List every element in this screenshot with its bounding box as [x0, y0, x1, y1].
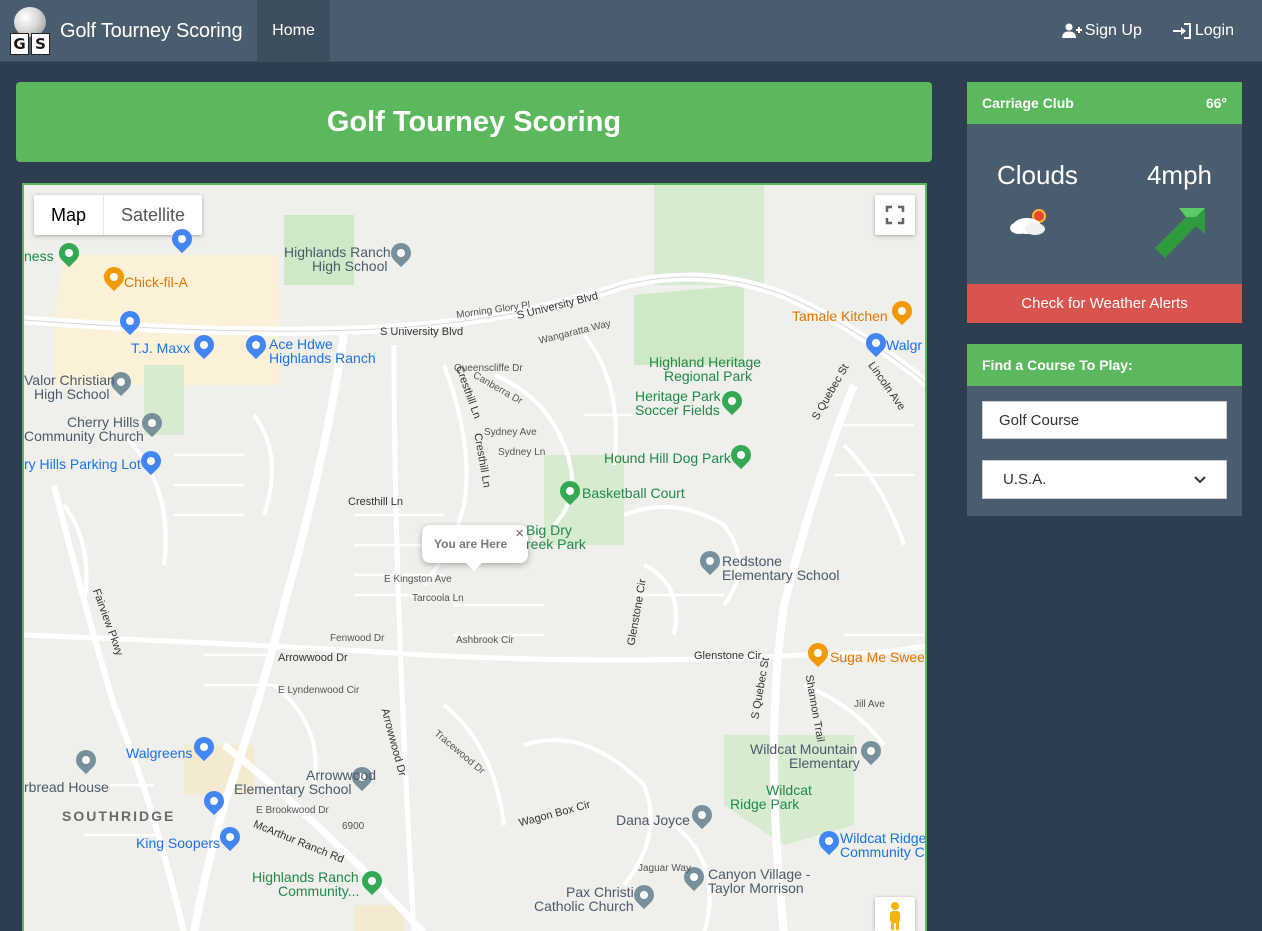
map-label: Walgr — [886, 337, 923, 353]
map-label: Soccer Fields — [635, 402, 720, 418]
pegman-icon — [890, 902, 900, 930]
map-label: Dana Joyce — [616, 812, 690, 828]
page-banner: Golf Tourney Scoring — [16, 82, 932, 162]
signup-link[interactable]: Sign Up — [1061, 22, 1142, 40]
road-label: 6900 — [342, 821, 365, 832]
country-select[interactable]: U.S.A. — [982, 460, 1227, 499]
cloud-sun-icon — [1010, 209, 1046, 235]
logo-letter-g: G — [10, 33, 29, 55]
road-label: E Kingston Ave — [384, 574, 452, 585]
map-label: Chick-fil-A — [124, 274, 188, 290]
popup-close-button[interactable]: × — [515, 525, 524, 542]
map-label: Tamale Kitchen — [792, 308, 888, 324]
find-course-title: Find a Course To Play: — [967, 344, 1242, 386]
map-label: SOUTHRIDGE — [62, 808, 176, 824]
signup-label: Sign Up — [1084, 22, 1142, 39]
nav-home[interactable]: Home — [257, 0, 330, 62]
map-label: Community Church — [24, 428, 144, 444]
satellite-button[interactable]: Satellite — [104, 195, 202, 235]
map-label: Elementary School — [234, 781, 352, 797]
map-label: Highlands Ranch — [269, 350, 376, 366]
map-view[interactable]: Map Satellite You are Here × ness Chick-… — [22, 183, 927, 931]
road-label: Ashbrook Cir — [456, 635, 514, 646]
road-label: Arrowwood Dr — [278, 652, 348, 664]
fullscreen-button[interactable] — [875, 195, 915, 235]
user-plus-icon — [1061, 23, 1082, 38]
weather-temp: 66° — [1205, 95, 1227, 111]
map-label: Taylor Morrison — [708, 880, 804, 896]
street-view-button[interactable] — [875, 897, 915, 931]
map-label: T.J. Maxx — [131, 340, 191, 356]
map-label: Catholic Church — [534, 898, 634, 914]
login-link[interactable]: Login — [1172, 22, 1234, 40]
road-label: Sydney Ave — [484, 427, 537, 438]
navbar: G S Golf Tourney Scoring Home Sign Up Lo… — [0, 0, 1262, 62]
map-label: Elementary School — [722, 567, 840, 583]
map-label: Community Ch — [840, 844, 927, 860]
road-label: Cresthill Ln — [348, 496, 404, 508]
map-label: King Soopers — [136, 835, 221, 851]
brand[interactable]: G S Golf Tourney Scoring — [8, 4, 243, 58]
logo-letter-s: S — [31, 33, 50, 55]
page-title: Golf Tourney Scoring — [326, 105, 622, 138]
map-label: Suga Me Sweet — [830, 649, 927, 665]
road-label: E Lyndenwood Cir — [278, 685, 360, 696]
map-label: Walgreens — [126, 745, 193, 761]
login-label: Login — [1194, 22, 1234, 39]
map-button[interactable]: Map — [34, 195, 105, 235]
map-label: High School — [312, 258, 388, 274]
road-label: Sydney Ln — [498, 447, 546, 458]
weather-panel: Carriage Club 66° Clouds 4mph Check for … — [967, 82, 1242, 323]
country-select-value: U.S.A. — [1003, 471, 1047, 488]
weather-location: Carriage Club — [982, 95, 1074, 111]
road-label: Fenwood Dr — [330, 633, 385, 644]
golf-course-input[interactable] — [982, 401, 1227, 439]
map-label: ness — [24, 248, 54, 264]
road-label: Jill Ave — [854, 699, 885, 710]
road-label: Tarcoola Ln — [412, 593, 464, 604]
map-label: ry Hills Parking Lot — [24, 456, 141, 472]
road-label: Jaguar Way — [638, 863, 691, 874]
you-are-here-popup: You are Here × — [422, 525, 528, 571]
road-label: E Brookwood Dr — [256, 805, 329, 816]
fullscreen-icon — [885, 205, 905, 225]
sign-in-icon — [1172, 23, 1191, 39]
chevron-down-icon — [1194, 475, 1206, 483]
find-course-panel: Find a Course To Play: U.S.A. — [967, 344, 1242, 516]
road-label: Queenscliffe Dr — [454, 363, 523, 374]
wind-speed: 4mph — [1146, 160, 1212, 190]
map-label: Community... — [278, 883, 360, 899]
map-label: Elementary — [789, 755, 860, 771]
map-label: Ridge Park — [730, 796, 800, 812]
map-label: High School — [34, 386, 110, 402]
weather-condition: Clouds — [997, 160, 1078, 190]
popup-label: You are Here — [434, 537, 508, 551]
weather-alerts-button[interactable]: Check for Weather Alerts — [967, 284, 1242, 323]
map-label: rbread House — [24, 779, 109, 795]
map-label: Basketball Court — [582, 485, 685, 501]
brand-title: Golf Tourney Scoring — [60, 19, 243, 42]
wind-arrow-icon — [1155, 208, 1205, 258]
map-label: Regional Park — [664, 368, 752, 384]
map-label: Hound Hill Dog Park — [604, 450, 731, 466]
road-label: S University Blvd — [380, 326, 464, 338]
weather-header: Carriage Club 66° — [967, 82, 1242, 124]
road-label: Glenstone Cir — [694, 650, 762, 662]
logo: G S — [8, 5, 52, 57]
map-label: reek Park — [526, 536, 586, 552]
